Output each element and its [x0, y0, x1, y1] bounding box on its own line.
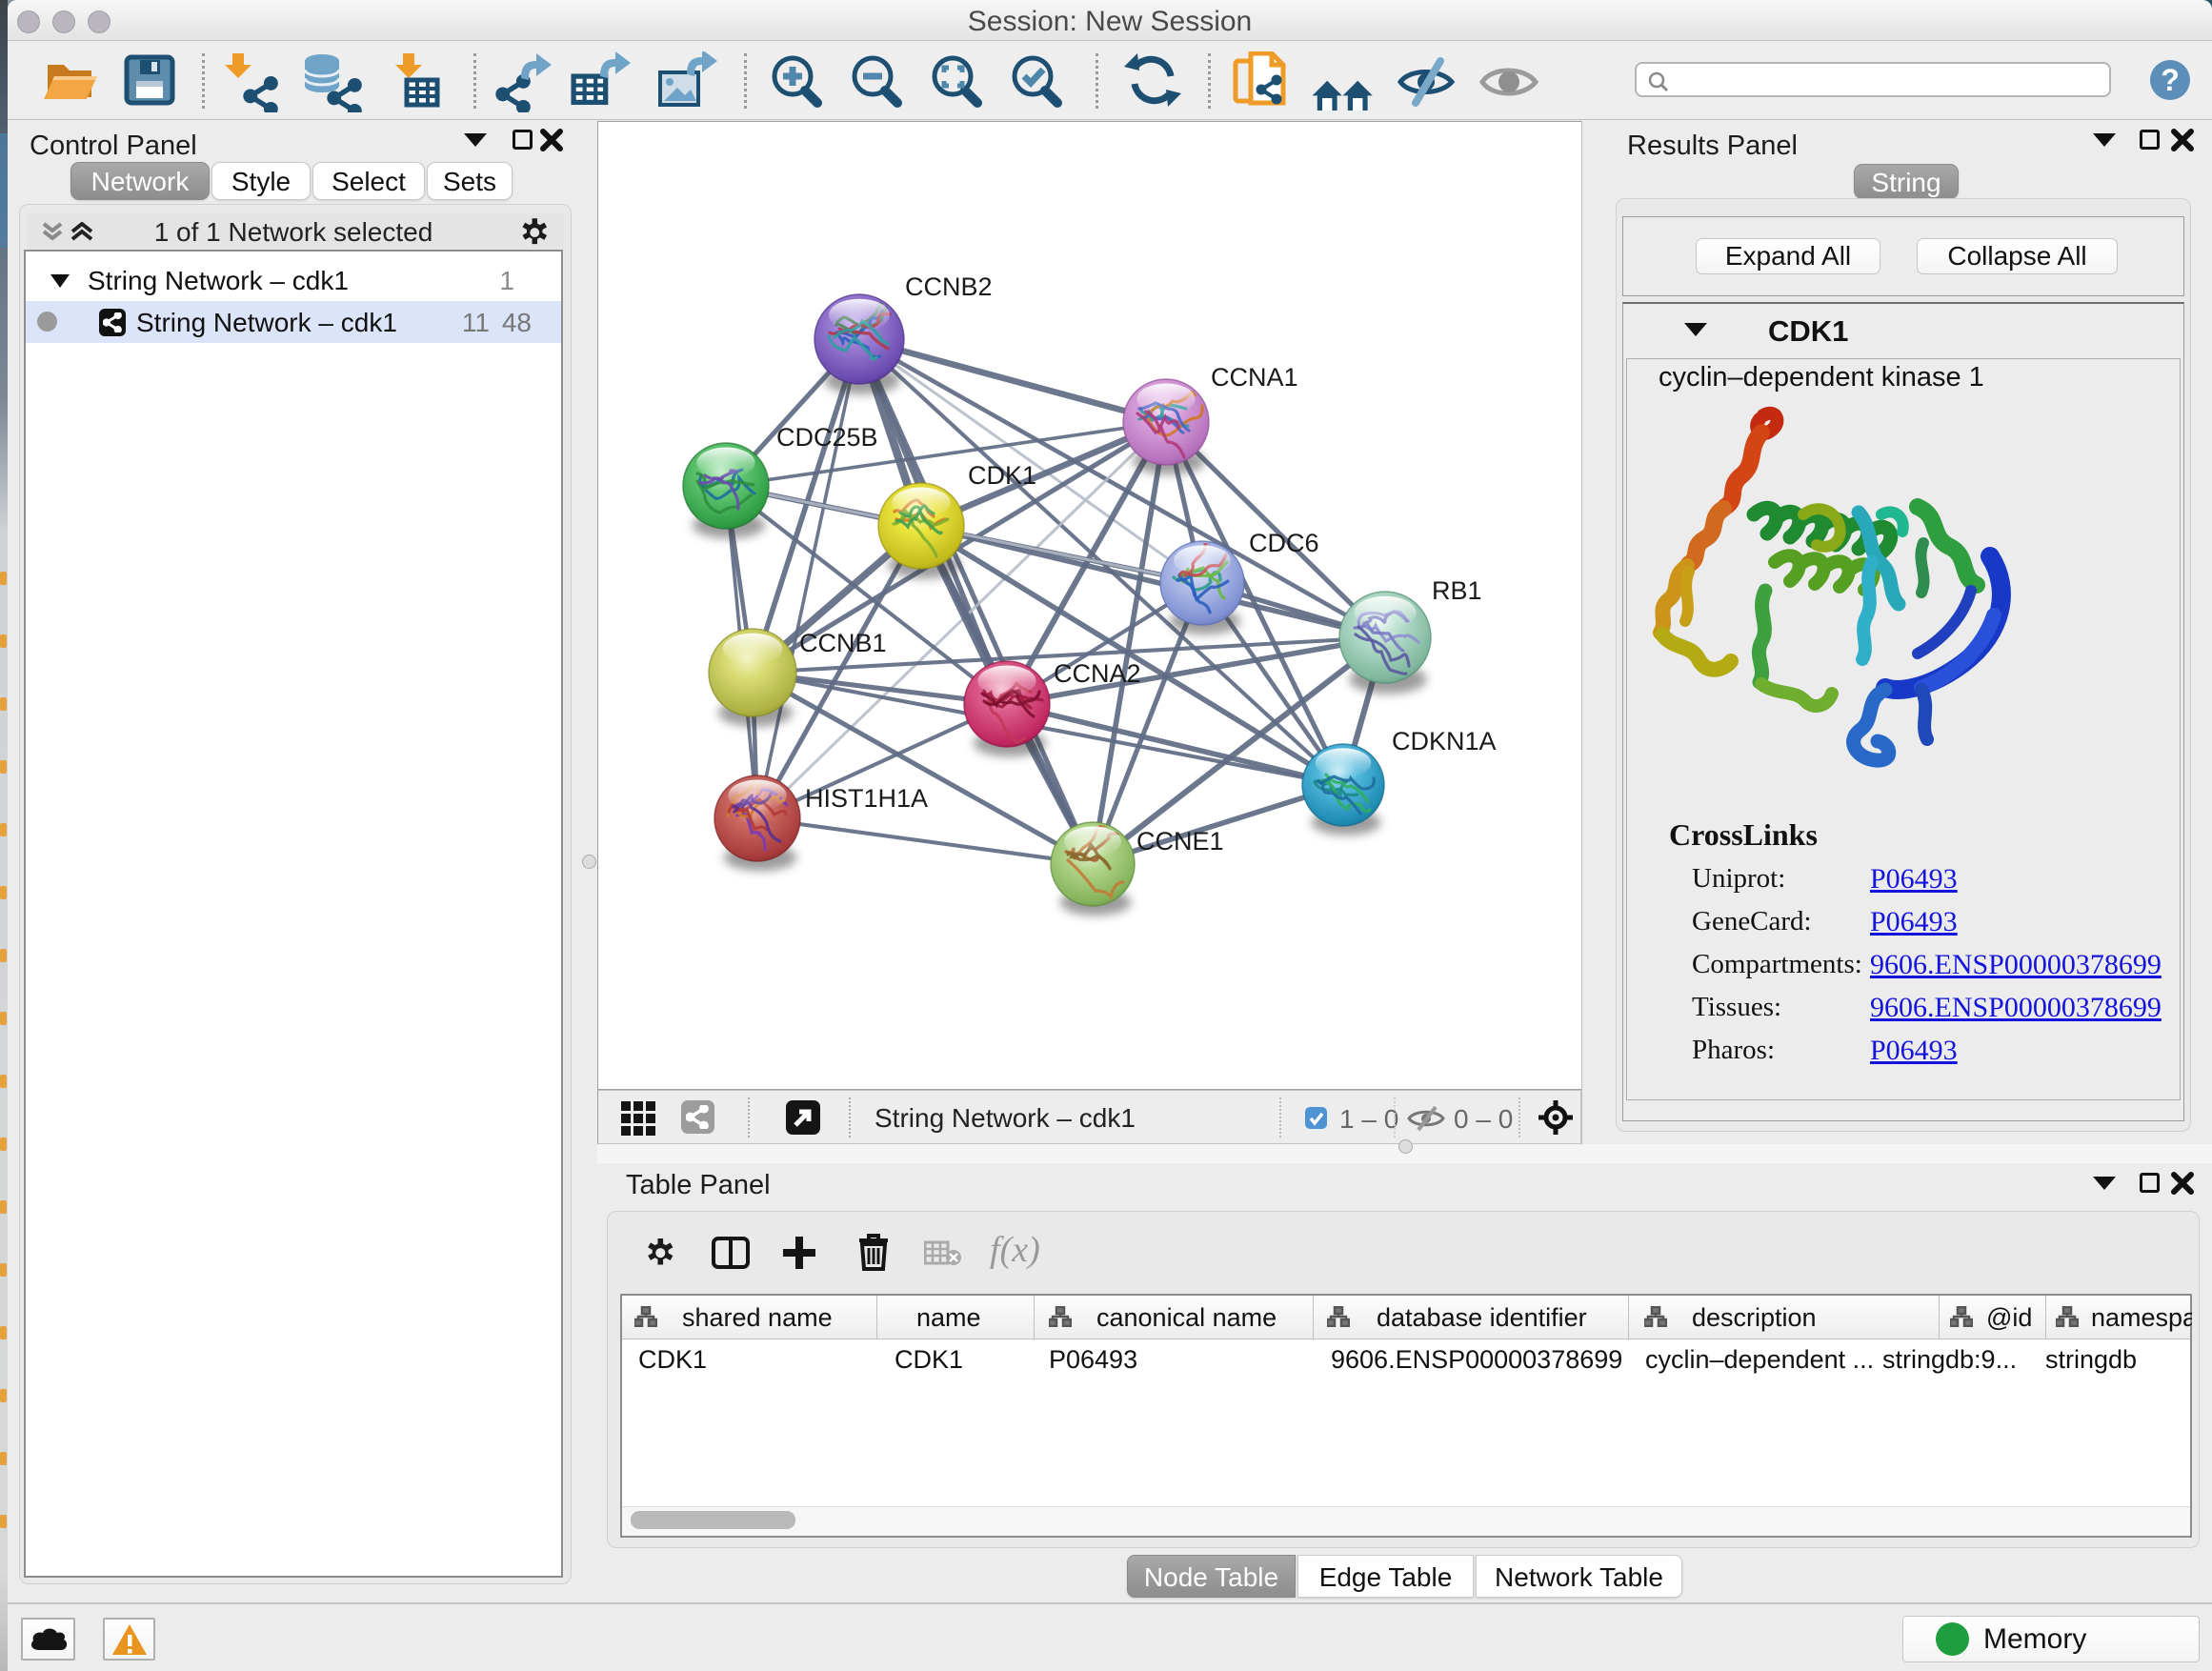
svg-text:CDKN1A: CDKN1A	[1392, 727, 1497, 755]
svg-text:RB1: RB1	[1432, 576, 1482, 605]
svg-text:CDC25B: CDC25B	[776, 423, 878, 452]
svg-text:CDK1: CDK1	[968, 461, 1036, 490]
svg-text:CCNB1: CCNB1	[799, 629, 887, 657]
svg-text:CCNB2: CCNB2	[905, 272, 993, 301]
svg-text:CDC6: CDC6	[1249, 529, 1319, 557]
svg-text:HIST1H1A: HIST1H1A	[805, 784, 928, 813]
svg-text:CCNA2: CCNA2	[1054, 659, 1141, 688]
svg-text:CCNA1: CCNA1	[1211, 363, 1298, 392]
svg-text:CCNE1: CCNE1	[1136, 827, 1224, 856]
